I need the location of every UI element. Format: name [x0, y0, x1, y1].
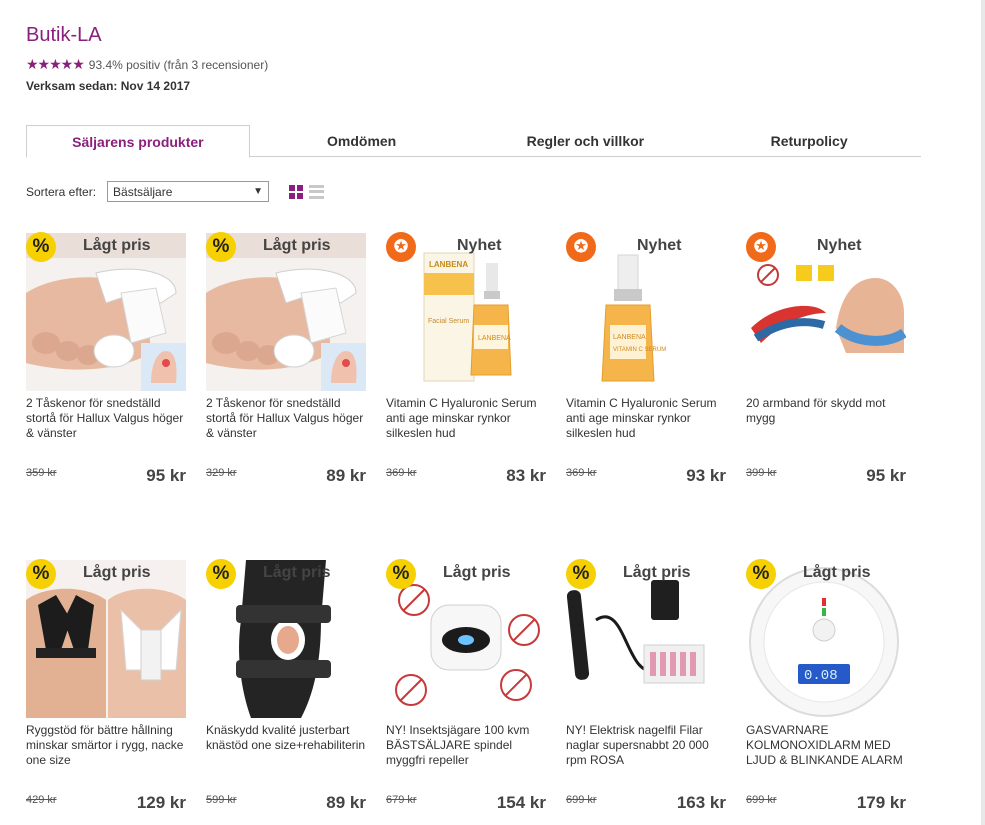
new-badge: ✪ Nyhet [746, 232, 911, 262]
svg-text:LANBENA: LANBENA [613, 334, 646, 341]
new-badge: ✪ Nyhet [386, 232, 551, 262]
product-card[interactable]: % Lågt pris 2 Tåskenor för snedställd st… [206, 232, 371, 503]
old-price: 329 kr [206, 467, 237, 479]
rating-row: ★★★★★ 93.4% positiv (från 3 recensioner) [26, 56, 268, 73]
percent-icon: % [206, 232, 236, 262]
product-title[interactable]: Ryggstöd för bättre hållning minskar smä… [26, 723, 191, 768]
badge-label: Nyhet [457, 237, 502, 254]
product-title[interactable]: 20 armband för skydd mot mygg [746, 396, 911, 426]
sale-badge: % Lågt pris [566, 559, 731, 589]
product-price: 95 kr [146, 466, 186, 485]
product-price: 95 kr [866, 466, 906, 485]
svg-text:Facial Serum: Facial Serum [428, 318, 469, 325]
product-price: 89 kr [326, 466, 366, 485]
old-price: 369 kr [566, 467, 597, 479]
badge-label: Lågt pris [83, 237, 151, 254]
old-price: 369 kr [386, 467, 417, 479]
star-icon: ✪ [566, 232, 596, 262]
product-price: 129 kr [136, 793, 186, 812]
product-title[interactable]: NY! Insektsjägare 100 kvm BÄSTSÄLJARE sp… [386, 723, 551, 768]
product-title[interactable]: 2 Tåskenor för snedställd stortå för Hal… [26, 396, 191, 441]
percent-icon: % [566, 559, 596, 589]
old-price: 399 kr [746, 467, 777, 479]
product-card[interactable]: % Lågt pris Knäskydd kvalité justerbart … [206, 559, 371, 825]
sort-bar: Sortera efter: Bästsäljare ▼ [26, 181, 325, 202]
sort-label: Sortera efter: [26, 184, 97, 199]
sale-badge: % Lågt pris [386, 559, 551, 589]
product-card[interactable]: 0.08 % Lågt pris GASVARNARE KOLMONOXIDLA… [746, 559, 911, 825]
product-price: 89 kr [326, 793, 366, 812]
product-title[interactable]: NY! Elektrisk nagelfil Filar naglar supe… [566, 723, 731, 768]
shop-name[interactable]: Butik-LA [26, 24, 268, 47]
product-card[interactable]: ✪ Nyhet 20 armband för skydd mot mygg 39… [746, 232, 911, 503]
sale-badge: % Lågt pris [26, 232, 191, 262]
product-card[interactable]: LANBENA Facial Serum LANBENA ✪ Nyhet Vit… [386, 232, 551, 503]
new-badge: ✪ Nyhet [566, 232, 731, 262]
badge-label: Lågt pris [263, 564, 331, 581]
chevron-down-icon: ▼ [253, 186, 264, 197]
product-title[interactable]: 2 Tåskenor för snedställd stortå för Hal… [206, 396, 371, 441]
sort-value: Bästsäljare [113, 184, 173, 199]
rating-text: 93.4% positiv (från 3 recensioner) [88, 57, 269, 72]
shop-header: Butik-LA ★★★★★ 93.4% positiv (från 3 rec… [26, 24, 268, 93]
tab-reviews[interactable]: Omdömen [250, 125, 474, 157]
svg-text:VITAMIN C SERUM: VITAMIN C SERUM [613, 347, 666, 353]
badge-label: Lågt pris [623, 564, 691, 581]
badge-label: Lågt pris [263, 237, 331, 254]
percent-icon: % [746, 559, 776, 589]
product-title[interactable]: GASVARNARE KOLMONOXIDLARM MED LJUD & BLI… [746, 723, 911, 768]
list-view-icon[interactable] [309, 184, 325, 199]
percent-icon: % [386, 559, 416, 589]
product-price: 163 kr [676, 793, 726, 812]
product-price: 179 kr [856, 793, 906, 812]
rating-stars-icon: ★★★★★ [26, 56, 85, 72]
product-title[interactable]: Vitamin C Hyaluronic Serum anti age mins… [386, 396, 551, 441]
product-card[interactable]: % Lågt pris Ryggstöd för bättre hållning… [26, 559, 191, 825]
old-price: 679 kr [386, 794, 417, 806]
old-price: 599 kr [206, 794, 237, 806]
old-price: 359 kr [26, 467, 57, 479]
tab-return-policy[interactable]: Returpolicy [697, 125, 921, 157]
active-since: Verksam sedan: Nov 14 2017 [26, 79, 191, 93]
svg-text:LANBENA: LANBENA [429, 260, 468, 269]
star-icon: ✪ [386, 232, 416, 262]
svg-text:LANBENA: LANBENA [478, 335, 511, 342]
product-card[interactable]: % Lågt pris NY! Elektrisk nagelfil Filar… [566, 559, 731, 825]
tab-bar: Säljarens produkter Omdömen Regler och v… [26, 125, 921, 158]
sale-badge: % Lågt pris [206, 559, 371, 589]
grid-view-icon[interactable] [289, 184, 304, 199]
product-title[interactable]: Vitamin C Hyaluronic Serum anti age mins… [566, 396, 731, 441]
percent-icon: % [26, 232, 56, 262]
product-title[interactable]: Knäskydd kvalité justerbart knästöd one … [206, 723, 371, 753]
sort-select[interactable]: Bästsäljare ▼ [107, 181, 270, 202]
window-edge [981, 0, 985, 825]
sale-badge: % Lågt pris [206, 232, 371, 262]
product-card[interactable]: % Lågt pris NY! Insektsjägare 100 kvm BÄ… [386, 559, 551, 825]
badge-label: Lågt pris [443, 564, 511, 581]
view-toggle [289, 184, 325, 199]
product-price: 93 kr [686, 466, 726, 485]
svg-text:0.08: 0.08 [804, 668, 838, 684]
product-price: 83 kr [506, 466, 546, 485]
percent-icon: % [26, 559, 56, 589]
product-card[interactable]: LANBENA VITAMIN C SERUM ✪ Nyhet Vitamin … [566, 232, 731, 503]
badge-label: Lågt pris [803, 564, 871, 581]
percent-icon: % [206, 559, 236, 589]
tab-seller-products[interactable]: Säljarens produkter [26, 125, 250, 158]
star-icon: ✪ [746, 232, 776, 262]
product-card[interactable]: % Lågt pris 2 Tåskenor för snedställd st… [26, 232, 191, 503]
old-price: 429 kr [26, 794, 57, 806]
old-price: 699 kr [566, 794, 597, 806]
tab-terms[interactable]: Regler och villkor [474, 125, 698, 157]
badge-label: Nyhet [817, 237, 862, 254]
badge-label: Lågt pris [83, 564, 151, 581]
sale-badge: % Lågt pris [26, 559, 191, 589]
old-price: 699 kr [746, 794, 777, 806]
sale-badge: % Lågt pris [746, 559, 911, 589]
product-price: 154 kr [496, 793, 546, 812]
badge-label: Nyhet [637, 237, 682, 254]
